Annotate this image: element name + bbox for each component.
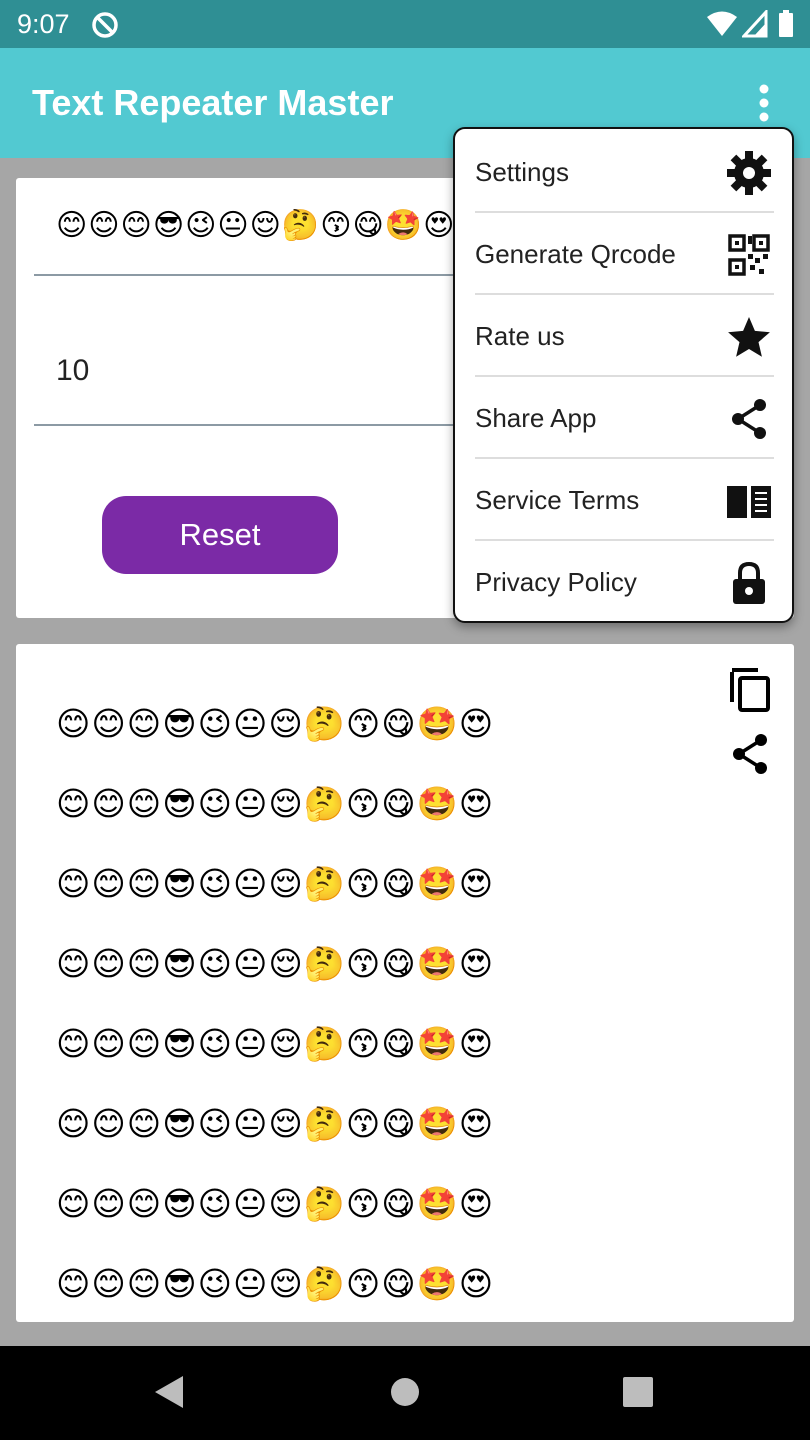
recents-icon[interactable] (622, 1374, 654, 1410)
copy-button[interactable] (728, 664, 772, 712)
battery-icon (779, 10, 793, 37)
wifi-icon (707, 11, 737, 36)
menu-item-label: Service Terms (475, 485, 640, 515)
copy-icon (730, 668, 770, 712)
output-line: 😊😊😊😎😉😐😌🤔😙😋🤩😍 (56, 784, 495, 823)
menu-item-rate-us[interactable]: Rate us (475, 295, 774, 377)
output-line: 😊😊😊😎😉😐😌🤔😙😋🤩😍 (56, 704, 495, 743)
output-card: 😊😊😊😎😉😐😌🤔😙😋🤩😍 😊😊😊😎😉😐😌🤔😙😋🤩😍 😊😊😊😎😉😐😌🤔😙😋🤩😍 😊… (16, 644, 794, 1322)
menu-item-service-terms[interactable]: Service Terms (475, 459, 774, 541)
output-text: 😊😊😊😎😉😐😌🤔😙😋🤩😍 😊😊😊😎😉😐😌🤔😙😋🤩😍 😊😊😊😎😉😐😌🤔😙😋🤩😍 😊… (56, 704, 494, 1344)
gear-icon (727, 151, 771, 195)
system-nav-bar (0, 1346, 810, 1440)
output-line: 😊😊😊😎😉😐😌🤔😙😋🤩😍 (56, 944, 495, 983)
reset-button[interactable]: Reset (102, 496, 338, 574)
app-notification-icon (92, 12, 118, 38)
menu-item-privacy-policy[interactable]: Privacy Policy (475, 541, 774, 623)
menu-item-generate-qrcode[interactable]: Generate Qrcode (475, 213, 774, 295)
share-icon (733, 734, 767, 774)
star-icon (728, 317, 770, 357)
output-line: 😊😊😊😎😉😐😌🤔😙😋🤩😍 (56, 1264, 495, 1303)
share-icon (732, 399, 766, 439)
lock-icon (733, 561, 765, 604)
output-line: 😊😊😊😎😉😐😌🤔😙😋🤩😍 (56, 1104, 495, 1143)
menu-item-label: Settings (475, 157, 569, 187)
overflow-menu-button[interactable] (744, 78, 784, 128)
share-output-button[interactable] (730, 732, 770, 776)
more-vert-icon (759, 84, 769, 122)
qrcode-icon (728, 234, 770, 276)
output-line: 😊😊😊😎😉😐😌🤔😙😋🤩😍 (56, 1184, 495, 1223)
menu-item-label: Generate Qrcode (475, 239, 676, 269)
output-line: 😊😊😊😎😉😐😌🤔😙😋🤩😍 (56, 1024, 495, 1063)
output-line: 😊😊😊😎😉😐😌🤔😙😋🤩😍 (56, 864, 495, 903)
app-title: Text Repeater Master (32, 82, 394, 123)
book-icon (727, 486, 771, 518)
menu-item-label: Share App (475, 403, 597, 433)
menu-item-share-app[interactable]: Share App (475, 377, 774, 459)
home-icon[interactable] (389, 1374, 421, 1410)
status-bar: 9:07 (0, 0, 810, 48)
menu-item-label: Rate us (475, 321, 565, 351)
signal-icon (742, 10, 768, 38)
back-icon[interactable] (153, 1374, 185, 1410)
menu-item-settings[interactable]: Settings (475, 131, 774, 213)
menu-item-label: Privacy Policy (475, 567, 637, 597)
overflow-menu: Settings Generate Qrcode Rate us Share A… (453, 127, 794, 623)
status-time: 9:07 (17, 9, 70, 39)
